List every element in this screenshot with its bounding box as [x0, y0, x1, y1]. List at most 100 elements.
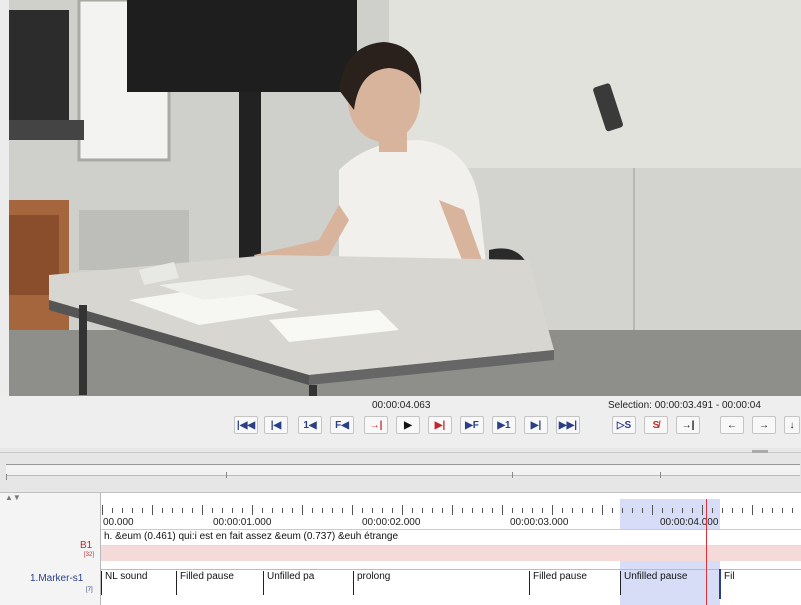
crosshair [706, 499, 707, 605]
marker-annotation[interactable]: Unfilled pause [620, 571, 718, 595]
clear-selection-button[interactable]: S̸ [644, 416, 668, 434]
tick-label: 00:00:03.000 [510, 517, 569, 528]
ruler-tick [622, 508, 623, 513]
ruler-tick [662, 508, 663, 513]
media-controls: 00:00:04.063 Selection: 00:00:03.491 - 0… [0, 396, 801, 448]
overview-tick [6, 474, 7, 480]
play-selection-button[interactable]: ▶| [428, 416, 452, 434]
ruler-tick [552, 505, 553, 515]
ruler-tick [422, 508, 423, 513]
down-tier-button[interactable]: ↓ [784, 416, 800, 434]
ruler-tick [732, 508, 733, 513]
marker-annotation[interactable]: Fil [720, 571, 744, 595]
tick-label: 00:00:04.000 [660, 517, 719, 528]
ruler-tick [242, 508, 243, 513]
ruler-tick [652, 505, 653, 515]
ruler-tick [192, 508, 193, 513]
selection-end-marker [719, 569, 721, 599]
go-to-end-button[interactable]: ▶▶| [556, 416, 580, 434]
tier-b1-count: [32] [84, 552, 95, 558]
ruler-tick [262, 508, 263, 513]
ruler-tick [142, 508, 143, 513]
ruler-tick [502, 505, 503, 515]
go-to-begin-button[interactable]: |◀◀ [234, 416, 258, 434]
ruler-tick [762, 508, 763, 513]
ruler-tick [292, 508, 293, 513]
current-time-readout: 00:00:04.063 [372, 400, 431, 411]
ruler-tick [162, 508, 163, 513]
ruler-tick [282, 508, 283, 513]
ruler-tick [332, 508, 333, 513]
ruler-tick [702, 505, 703, 515]
ruler-tick [692, 508, 693, 513]
signal-overview [0, 448, 801, 492]
selection-mode-button[interactable]: ▷S [612, 416, 636, 434]
tier-b1-name[interactable]: B1 [80, 540, 92, 551]
ruler-tick [152, 505, 153, 515]
timeline-viewer[interactable]: ▲▼ 00.000 00:00:01.000 00:00:02.000 00:0… [0, 492, 801, 605]
tier-marker-name[interactable]: 1.Marker-s1 [30, 573, 83, 584]
ruler-tick [432, 508, 433, 513]
ruler-tick [322, 508, 323, 513]
tick-label: 00:00:02.000 [362, 517, 421, 528]
tick-label: 00.000 [103, 517, 134, 528]
previous-pixel-button[interactable]: 1◀ [298, 416, 322, 434]
previous-scrollview-button[interactable]: |◀ [264, 416, 288, 434]
ruler-tick [632, 508, 633, 513]
ruler-tick [402, 505, 403, 515]
ruler-tick [482, 508, 483, 513]
ruler-tick [542, 508, 543, 513]
ruler-tick [102, 505, 103, 515]
tier-b1-annotation[interactable]: h. &eum (0.461) qui:i est en fait assez … [101, 529, 801, 546]
selection-readout: Selection: 00:00:03.491 - 00:00:04 [608, 400, 761, 411]
previous-frame-button[interactable]: F◀ [330, 416, 354, 434]
splitter-handle[interactable] [752, 450, 768, 453]
ruler-tick [592, 508, 593, 513]
ruler-tick [392, 508, 393, 513]
ruler-tick [722, 508, 723, 513]
active-selection-boundary-button[interactable]: →| [676, 416, 700, 434]
video-viewer[interactable] [9, 0, 801, 396]
ruler-tick [252, 505, 253, 515]
next-pixel-button[interactable]: ▶1 [492, 416, 516, 434]
next-frame-button[interactable]: ▶F [460, 416, 484, 434]
ruler-tick [602, 505, 603, 515]
ruler-tick [182, 508, 183, 513]
ruler-tick [132, 508, 133, 513]
marker-annotation[interactable]: Filled pause [529, 571, 617, 595]
collapse-icon[interactable]: ▲▼ [5, 493, 21, 502]
ruler-tick [792, 508, 793, 513]
ruler-tick [712, 508, 713, 513]
ruler-tick [302, 505, 303, 515]
divider [0, 452, 801, 453]
ruler-tick [772, 508, 773, 513]
previous-annotation-button[interactable]: ← [720, 416, 744, 434]
marker-annotation[interactable]: Filled pause [176, 571, 262, 595]
play-button[interactable]: ▶ [396, 416, 420, 434]
ruler-tick [642, 508, 643, 513]
marker-annotation[interactable]: prolong [353, 571, 411, 595]
ruler-tick [612, 508, 613, 513]
ruler-tick [562, 508, 563, 513]
overview-tick [512, 472, 513, 478]
play-selection-reverse-button[interactable]: →| [364, 416, 388, 434]
overview-scrollbar[interactable] [6, 464, 800, 476]
marker-annotation[interactable]: Unfilled pa [263, 571, 331, 595]
ruler-tick [532, 508, 533, 513]
ruler-tick [462, 508, 463, 513]
tier-b1-text: h. &eum (0.461) qui:i est en fait assez … [104, 531, 399, 542]
ruler-tick [512, 508, 513, 513]
ruler-tick [362, 508, 363, 513]
ruler-tick [222, 508, 223, 513]
ruler-tick [382, 508, 383, 513]
time-ruler[interactable] [100, 501, 801, 515]
ruler-tick [672, 508, 673, 513]
tick-label: 00:00:01.000 [213, 517, 272, 528]
ruler-tick [372, 508, 373, 513]
next-scrollview-button[interactable]: ▶| [524, 416, 548, 434]
ruler-tick [232, 508, 233, 513]
ruler-tick [492, 508, 493, 513]
next-annotation-button[interactable]: → [752, 416, 776, 434]
ruler-tick [582, 508, 583, 513]
marker-annotation[interactable]: NL sound [101, 571, 173, 595]
